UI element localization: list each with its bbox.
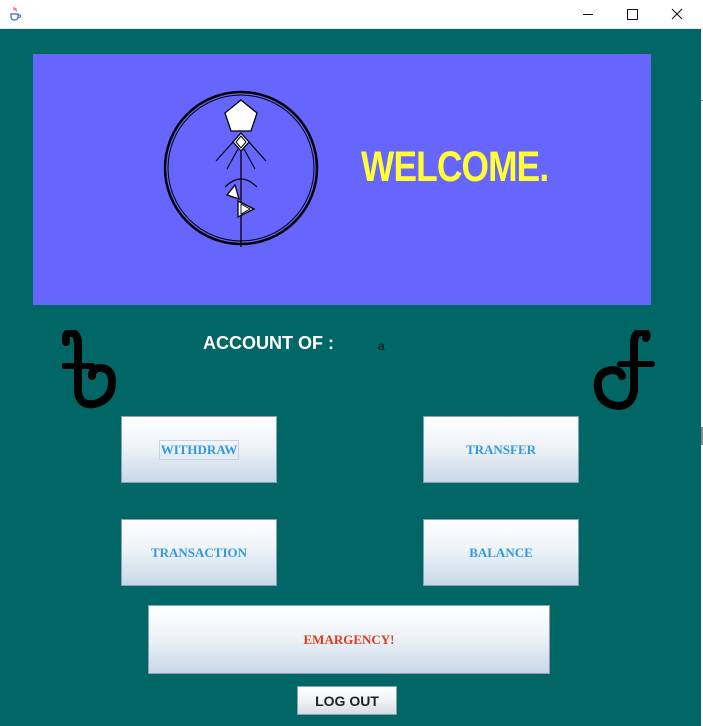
welcome-banner: WELCOME.: [33, 54, 651, 305]
logout-button[interactable]: LOG OUT: [297, 686, 397, 715]
maximize-button[interactable]: [609, 0, 655, 28]
account-name-value: a: [378, 339, 385, 353]
minimize-button[interactable]: [565, 0, 611, 28]
maximize-icon: [626, 8, 638, 20]
balance-label: BALANCE: [469, 544, 533, 560]
logout-label: LOG OUT: [315, 692, 379, 709]
withdraw-label: WITHDRAW: [158, 439, 240, 460]
close-icon: [671, 8, 683, 20]
close-button[interactable]: [654, 0, 700, 28]
taka-sign-icon: [593, 330, 655, 411]
stick-figure-emblem-icon: [163, 90, 319, 247]
main-panel: WELCOME. ACCOUNT OF : a WITHDRAW TRANSFE…: [0, 29, 703, 726]
emergency-button[interactable]: EMARGENCY!: [148, 605, 550, 674]
java-cup-icon[interactable]: [7, 5, 23, 21]
welcome-heading: WELCOME.: [361, 143, 549, 191]
transfer-button[interactable]: TRANSFER: [423, 416, 579, 483]
taka-sign-icon: [62, 330, 117, 409]
window-titlebar: [0, 0, 703, 29]
transfer-label: TRANSFER: [465, 441, 537, 457]
transaction-label: TRANSACTION: [150, 544, 248, 560]
balance-button[interactable]: BALANCE: [423, 519, 579, 586]
withdraw-button[interactable]: WITHDRAW: [121, 416, 277, 483]
minimize-icon: [583, 13, 593, 15]
transaction-button[interactable]: TRANSACTION: [121, 519, 277, 586]
account-label: ACCOUNT OF :: [203, 333, 334, 353]
emergency-label: EMARGENCY!: [303, 631, 395, 647]
